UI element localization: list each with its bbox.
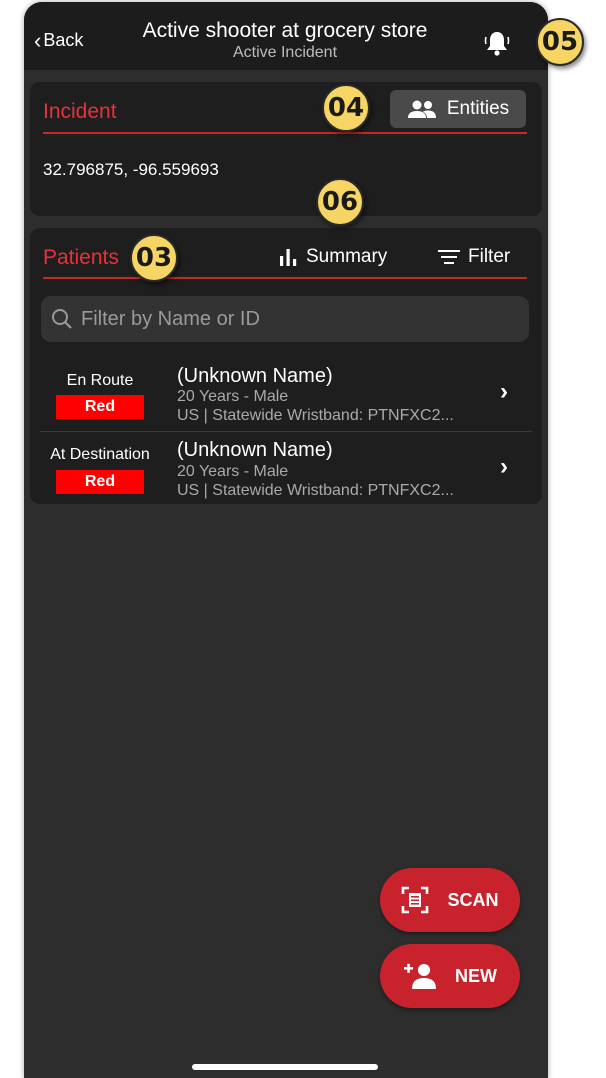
home-indicator (192, 1064, 378, 1070)
back-label: Back (43, 30, 84, 50)
patient-row[interactable]: At Destination Red (Unknown Name) 20 Yea… (30, 431, 542, 505)
filter-lines-icon (438, 250, 460, 264)
triage-badge: Red (56, 395, 144, 419)
patient-id: US | Statewide Wristband: PTNFXC2... (177, 482, 454, 499)
callout-04: 04 (322, 84, 370, 132)
bar-chart-icon (280, 249, 297, 266)
patient-demographics: 20 Years - Male (177, 388, 289, 405)
bell-alert-icon[interactable] (482, 28, 512, 58)
scan-icon (402, 886, 429, 914)
summary-label: Summary (306, 246, 388, 267)
patient-search-input[interactable]: Filter by Name or ID (41, 296, 529, 342)
new-patient-button[interactable]: NEW (380, 944, 520, 1008)
patients-divider (43, 277, 527, 279)
chevron-right-icon: › (500, 453, 508, 480)
incident-section-title: Incident (43, 100, 117, 123)
incident-card: Incident Entities 32.796875, -96.559693 (30, 82, 542, 216)
chevron-right-icon: › (500, 378, 508, 405)
entities-button[interactable]: Entities (390, 90, 526, 128)
filter-label: Filter (468, 246, 511, 267)
entities-label: Entities (446, 98, 510, 119)
callout-05: 05 (536, 18, 584, 66)
patient-status: En Route (66, 372, 134, 389)
filter-button[interactable]: Filter (438, 246, 510, 268)
patient-demographics: 20 Years - Male (177, 463, 289, 480)
triage-badge: Red (56, 470, 144, 494)
summary-button[interactable]: Summary (278, 246, 387, 268)
search-icon (52, 309, 72, 329)
chevron-left-icon: ‹ (34, 27, 42, 53)
add-person-icon (404, 963, 436, 989)
callout-06: 06 (316, 178, 364, 226)
back-button[interactable]: ‹ Back (34, 27, 84, 53)
scan-button[interactable]: SCAN (380, 868, 520, 932)
patients-card: Patients Summary Filter Filter by Name o… (30, 228, 542, 504)
incident-divider (43, 132, 527, 134)
incident-coordinates: 32.796875, -96.559693 (43, 160, 219, 179)
callout-03: 03 (130, 234, 178, 282)
page-title: Active shooter at grocery store (142, 19, 428, 42)
scan-label: SCAN (447, 889, 499, 910)
patient-row[interactable]: En Route Red (Unknown Name) 20 Years - M… (30, 356, 542, 430)
patient-status: At Destination (50, 446, 150, 463)
new-label: NEW (455, 965, 497, 986)
phone-screen: ‹ Back Active shooter at grocery store A… (24, 2, 548, 1078)
people-icon (407, 100, 436, 118)
patient-id: US | Statewide Wristband: PTNFXC2... (177, 407, 454, 424)
search-placeholder: Filter by Name or ID (81, 308, 260, 330)
patient-name: (Unknown Name) (177, 365, 333, 387)
patients-section-title: Patients (43, 246, 119, 269)
nav-header: ‹ Back Active shooter at grocery store A… (24, 2, 548, 70)
patient-name: (Unknown Name) (177, 439, 333, 461)
page-subtitle: Active Incident (232, 44, 338, 61)
